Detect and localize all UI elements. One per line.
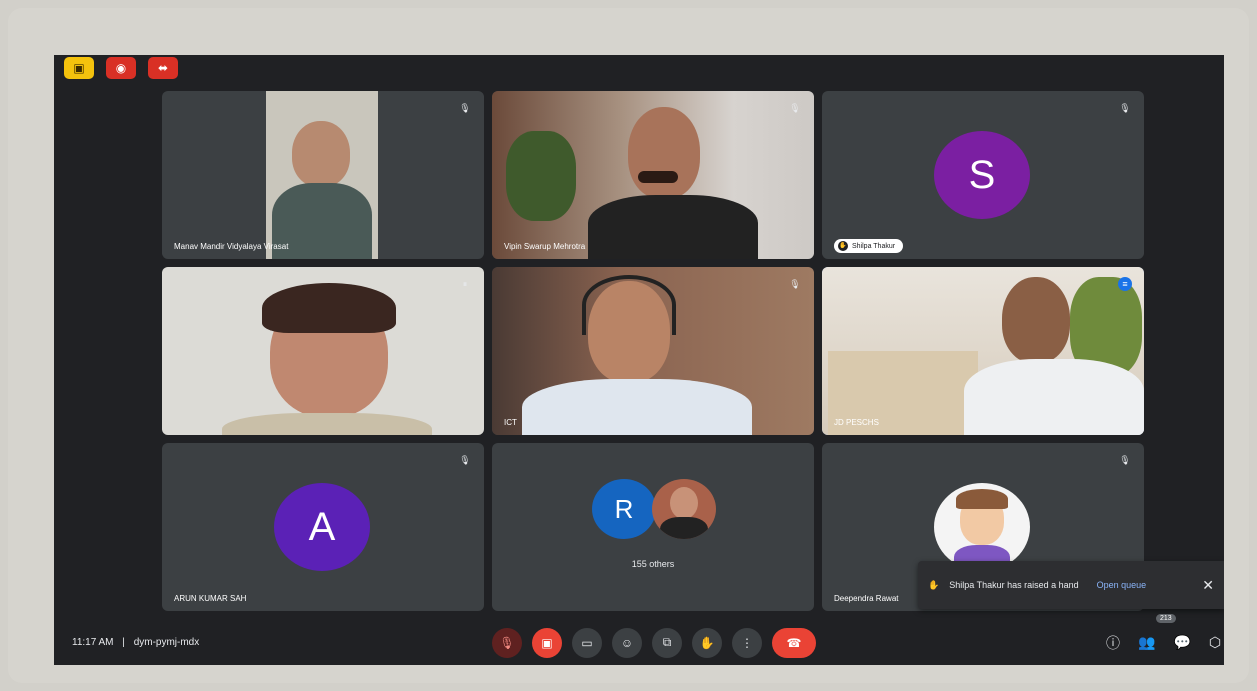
participant-name: Shilpa Thakur <box>852 242 896 250</box>
hand-raised-pill: ✋ Shilpa Thakur <box>834 239 904 253</box>
mic-off-icon: 🎙 <box>789 279 801 289</box>
mic-off-icon: 🎙 <box>459 103 471 113</box>
present-screen-icon: ⧉ <box>662 635 672 649</box>
presentation-icon[interactable]: ▣ <box>64 57 94 79</box>
raise-hand-button[interactable]: ✋ <box>692 627 722 658</box>
participant-video <box>266 91 378 259</box>
participant-name: Vipin Swarup Mehrotra <box>504 242 586 251</box>
people-icon[interactable]: 👥 <box>1138 634 1155 651</box>
mic-toggle-button[interactable]: 🎙 <box>492 627 522 658</box>
participant-tile-7[interactable]: A 🎙 ARUN KUMAR SAH <box>162 443 484 611</box>
info-icon[interactable]: ⓘ <box>1106 633 1120 653</box>
more-options-button[interactable]: ⋮ <box>732 627 762 658</box>
meeting-info: 11:17 AM | dym-pymj-mdx <box>72 637 199 648</box>
camera-toggle-button[interactable]: ▣ <box>532 627 562 658</box>
participant-tile-5[interactable]: 🎙 ICT <box>492 267 814 435</box>
record-icon[interactable]: ◉ <box>106 57 136 79</box>
emoji-icon: ☺ <box>620 635 634 650</box>
mic-off-icon: 🎙 <box>499 635 515 650</box>
participant-avatar: R <box>592 479 656 539</box>
chat-icon[interactable]: 💬 <box>1173 634 1190 651</box>
cartoon-avatar <box>934 483 1030 571</box>
participant-video <box>162 267 484 435</box>
top-left-icons: ▣ ◉ ⬌ <box>64 57 178 79</box>
end-call-button[interactable]: ☎ <box>772 627 816 658</box>
others-count: 155 others <box>631 559 675 569</box>
participant-tile-1[interactable]: 🎙 Manav Mandir Vidyalaya Virasat <box>162 91 484 259</box>
stream-icon[interactable]: ⬌ <box>148 57 178 79</box>
captions-icon: ▭ <box>581 635 593 650</box>
participant-tile-4[interactable]: ⏸ <box>162 267 484 435</box>
open-queue-link[interactable]: Open queue <box>1097 580 1147 590</box>
participant-name: ARUN KUMAR SAH <box>174 594 247 603</box>
raised-hand-icon: ✋ <box>838 241 848 251</box>
participant-name: Manav Mandir Vidyalaya Virasat <box>174 242 289 251</box>
raise-hand-icon: ✋ <box>699 635 715 650</box>
mic-off-icon: 🎙 <box>1119 103 1131 113</box>
mic-off-icon: 🎙 <box>1119 455 1131 465</box>
right-controls: ⓘ 👥 💬 ⬡ <box>1106 633 1221 653</box>
close-icon[interactable]: ✕ <box>1202 577 1214 594</box>
meet-window: ▣ ◉ ⬌ 🎙 Manav Mandir Vidyalaya Virasat 🎙… <box>54 55 1224 665</box>
participant-count-badge: 213 <box>1156 614 1176 623</box>
participant-avatar-photo <box>652 479 716 539</box>
participant-name: Deependra Rawat <box>834 594 899 603</box>
meeting-time: 11:17 AM <box>72 637 114 648</box>
mic-off-icon: 🎙 <box>789 103 801 113</box>
present-button[interactable]: ⧉ <box>652 627 682 658</box>
more-vert-icon: ⋮ <box>741 635 753 650</box>
activities-icon[interactable]: ⬡ <box>1209 634 1221 651</box>
participant-avatar: S <box>934 131 1030 219</box>
speaking-indicator-icon: ≡ <box>1118 277 1132 291</box>
raised-hand-icon: ✋ <box>928 579 940 590</box>
screenshot-frame: ▣ ◉ ⬌ 🎙 Manav Mandir Vidyalaya Virasat 🎙… <box>8 8 1249 683</box>
camera-off-icon: ▣ <box>541 635 553 650</box>
participant-video <box>822 267 1144 435</box>
participant-video <box>492 91 814 259</box>
toast-message: Shilpa Thakur has raised a hand <box>949 580 1079 590</box>
mic-off-icon: 🎙 <box>459 455 471 465</box>
phone-hangup-icon: ☎ <box>786 635 802 650</box>
participant-tile-2[interactable]: 🎙 Vipin Swarup Mehrotra <box>492 91 814 259</box>
emoji-button[interactable]: ☺ <box>612 627 642 658</box>
participant-avatar: A <box>274 483 370 571</box>
separator: | <box>122 637 125 648</box>
mic-off-icon: ⏸ <box>462 279 468 289</box>
hand-raised-toast: ✋ Shilpa Thakur has raised a hand Open q… <box>918 561 1224 609</box>
participant-video <box>492 267 814 435</box>
bottom-bar: 11:17 AM | dym-pymj-mdx 🎙 ▣ ▭ ☺ ⧉ ✋ ⋮ ☎ … <box>54 614 1224 665</box>
others-tile[interactable]: R 155 others <box>492 443 814 611</box>
call-controls: 🎙 ▣ ▭ ☺ ⧉ ✋ ⋮ ☎ <box>492 627 816 658</box>
captions-button[interactable]: ▭ <box>572 627 602 658</box>
participant-name: JD PESCHS <box>834 418 879 427</box>
participant-tile-6[interactable]: ≡ JD PESCHS <box>822 267 1144 435</box>
participant-name: ICT <box>504 418 517 427</box>
participant-tile-3[interactable]: S 🎙 ✋ Shilpa Thakur <box>822 91 1144 259</box>
meeting-code: dym-pymj-mdx <box>133 637 200 648</box>
